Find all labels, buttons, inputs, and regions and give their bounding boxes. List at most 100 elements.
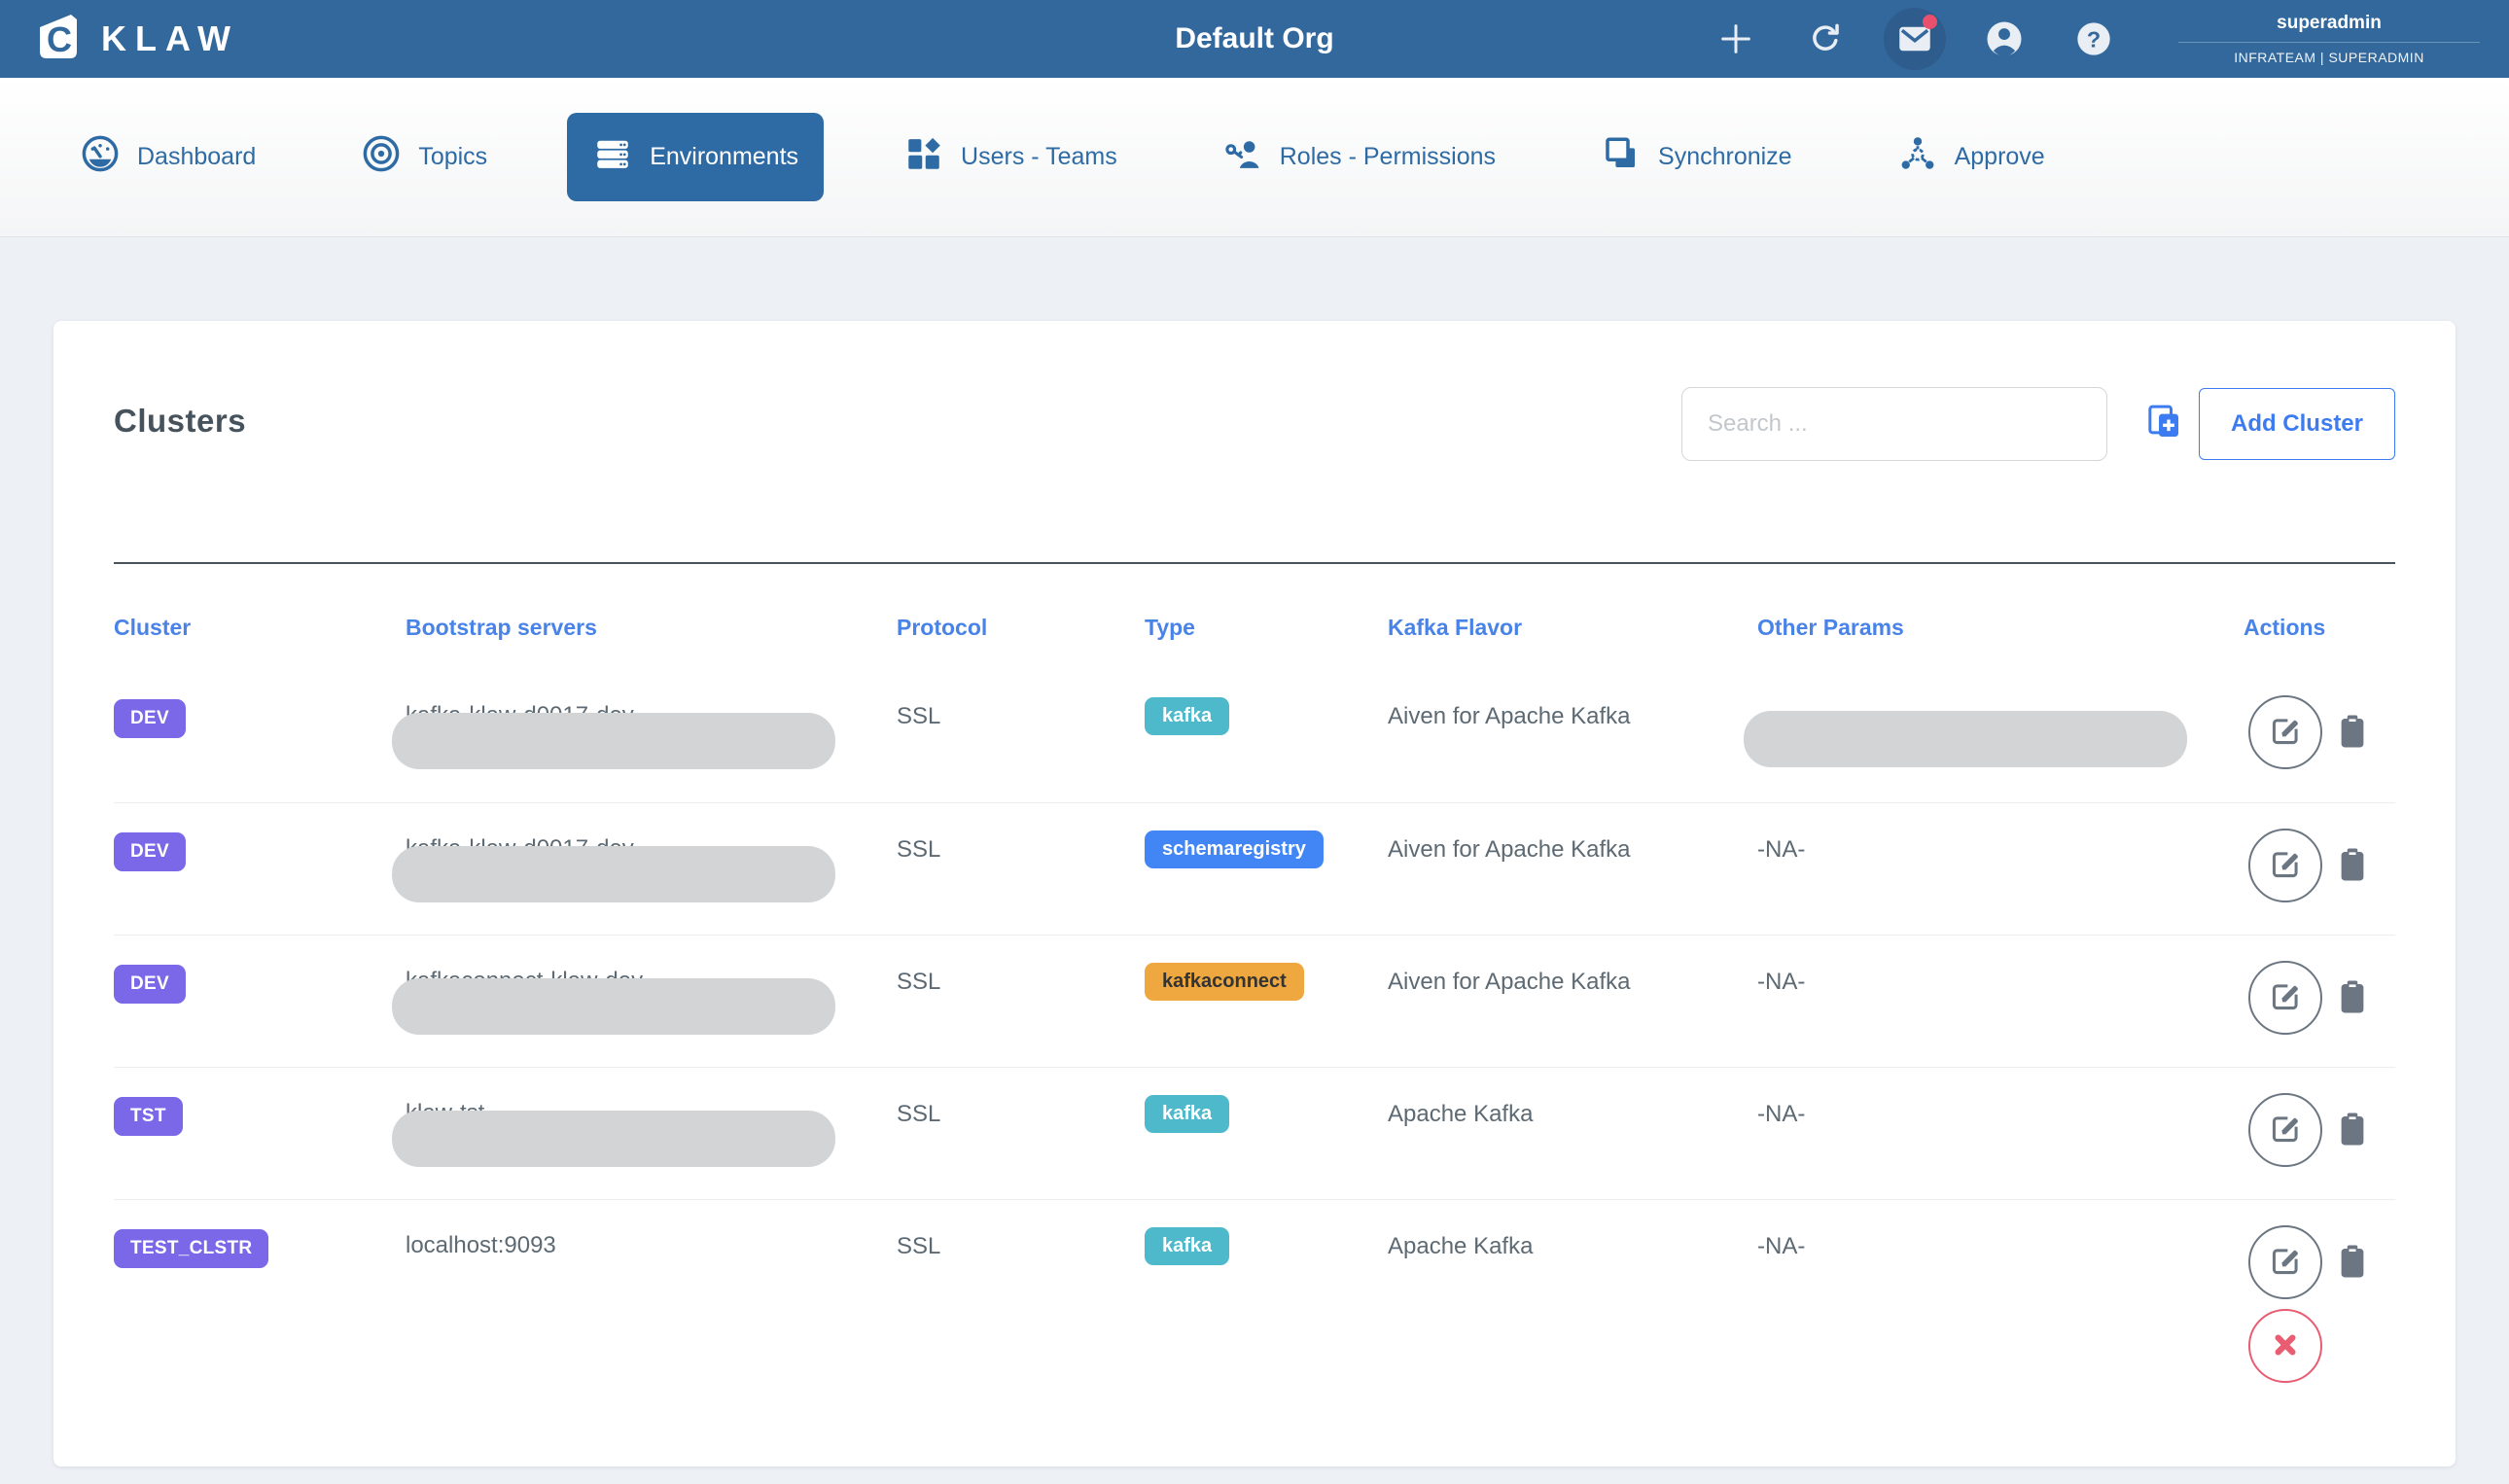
speedometer-icon: [80, 133, 121, 181]
redaction-blob: [392, 1111, 835, 1167]
clusters-card: Clusters Add Cluster Cluster: [53, 321, 2456, 1466]
other-params-cell: -NA-: [1757, 1093, 2244, 1128]
copy-cluster-button[interactable]: [2332, 1109, 2373, 1152]
edit-cluster-button[interactable]: [2248, 1093, 2322, 1167]
copy-cluster-button[interactable]: [2332, 976, 2373, 1020]
plus-icon[interactable]: [1714, 17, 1758, 61]
card-header: Clusters Add Cluster: [114, 321, 2395, 461]
cluster-badge: DEV: [114, 699, 186, 738]
other-params-value: -NA-: [1757, 969, 2244, 996]
blocks-icon: [903, 133, 944, 181]
cluster-badge: TST: [114, 1097, 183, 1136]
edit-cluster-button[interactable]: [2248, 1225, 2322, 1299]
add-cluster-icon: [2144, 403, 2183, 446]
column-header-type: Type: [1145, 615, 1388, 641]
org-title: Default Org: [1175, 0, 1333, 78]
table-row: DEV kafka-klaw-d0017-dev sandbox.aivencl…: [114, 670, 2395, 802]
clipboard-icon: [2332, 711, 2373, 755]
protocol-value: SSL: [897, 829, 1145, 864]
table-row: DEV kafkaconnect-klaw-dev sandbox.aivenc…: [114, 935, 2395, 1067]
cluster-type-badge: kafka: [1145, 697, 1229, 735]
help-icon[interactable]: ?: [2071, 17, 2116, 61]
clipboard-icon: [2332, 1241, 2373, 1285]
kafka-flavor-value: Apache Kafka: [1388, 1225, 1757, 1260]
tab-users-teams[interactable]: Users - Teams: [878, 113, 1143, 201]
main-nav: Dashboard Topics: [0, 78, 2509, 237]
table-row: TST klaw-tst sandbox.internal:9092 SSL k…: [114, 1067, 2395, 1199]
cluster-type-badge: kafkaconnect: [1145, 963, 1304, 1001]
tab-label: Dashboard: [137, 143, 256, 171]
other-params-cell: -NA-: [1757, 829, 2244, 864]
protocol-value: SSL: [897, 961, 1145, 996]
clipboard-icon: [2332, 976, 2373, 1020]
tab-synchronize[interactable]: Synchronize: [1575, 113, 1818, 201]
user-icon[interactable]: [1982, 17, 2027, 61]
column-header-kafka-flavor: Kafka Flavor: [1388, 615, 1757, 641]
clusters-table-body: DEV kafka-klaw-d0017-dev sandbox.aivencl…: [114, 670, 2395, 1398]
top-navbar: C KLAW Default Org: [0, 0, 2509, 78]
tab-roles-permissions[interactable]: Roles - Permissions: [1197, 113, 1521, 201]
column-header-protocol: Protocol: [897, 615, 1145, 641]
navbar-actions: ?: [1714, 17, 2116, 61]
table-row: DEV kafka-klaw-d0017-dev sandbox.aivencl…: [114, 802, 2395, 935]
tab-label: Users - Teams: [961, 143, 1117, 171]
other-params-value: -NA-: [1757, 1101, 2244, 1128]
user-block[interactable]: superadmin INFRATEAM | SUPERADMIN: [2178, 13, 2480, 65]
tab-label: Approve: [1955, 143, 2045, 171]
redaction-blob: [392, 713, 835, 769]
username: superadmin: [2178, 13, 2480, 34]
mail-icon[interactable]: [1892, 17, 1937, 61]
edit-cluster-button[interactable]: [2248, 829, 2322, 902]
hub-icon: [1897, 133, 1938, 181]
edit-cluster-button[interactable]: [2248, 695, 2322, 769]
delete-x-icon: [2269, 1328, 2302, 1364]
protocol-value: SSL: [897, 1225, 1145, 1260]
delete-cluster-button[interactable]: [2248, 1309, 2322, 1383]
refresh-icon[interactable]: [1803, 17, 1848, 61]
cluster-badge: TEST_CLSTR: [114, 1229, 268, 1268]
brand[interactable]: C KLAW: [29, 8, 239, 71]
other-params-value: -NA-: [1757, 836, 2244, 864]
user-divider: [2178, 42, 2480, 43]
copy-cluster-button[interactable]: [2332, 1241, 2373, 1285]
edit-pencil-icon: [2267, 846, 2304, 886]
bootstrap-servers-cell: kafka-klaw-d0017-dev sandbox.aivencloud.…: [406, 695, 897, 777]
search-input[interactable]: [1681, 387, 2107, 461]
other-params-value: -NA-: [1757, 1233, 2244, 1260]
column-header-actions: Actions: [2244, 615, 2395, 641]
tab-label: Synchronize: [1658, 143, 1792, 171]
redaction-blob: [392, 846, 835, 902]
edit-cluster-button[interactable]: [2248, 961, 2322, 1035]
clipboard-icon: [2332, 844, 2373, 888]
other-params-cell: -NA-: [1757, 961, 2244, 996]
tab-environments[interactable]: Environments: [567, 113, 824, 201]
other-params-cell: -NA-: [1757, 1225, 2244, 1260]
tab-label: Roles - Permissions: [1280, 143, 1496, 171]
copy-cluster-button[interactable]: [2332, 844, 2373, 888]
kafka-flavor-value: Aiven for Apache Kafka: [1388, 961, 1757, 996]
kafka-flavor-value: Aiven for Apache Kafka: [1388, 695, 1757, 730]
overlap-squares-icon: [1601, 133, 1642, 181]
tab-dashboard[interactable]: Dashboard: [54, 113, 281, 201]
tab-label: Topics: [418, 143, 487, 171]
tab-topics[interactable]: Topics: [336, 113, 512, 201]
brand-name: KLAW: [101, 18, 239, 59]
bullseye-icon: [361, 133, 402, 181]
klaw-logo-icon: C: [29, 8, 88, 71]
edit-pencil-icon: [2267, 1243, 2304, 1283]
cluster-badge: DEV: [114, 965, 186, 1004]
tab-approve[interactable]: Approve: [1872, 113, 2070, 201]
protocol-value: SSL: [897, 695, 1145, 730]
copy-cluster-button[interactable]: [2332, 711, 2373, 755]
page-content: Clusters Add Cluster Cluster: [0, 237, 2509, 1466]
column-header-cluster: Cluster: [114, 615, 406, 641]
table-row: TEST_CLSTR localhost:9093 SSL kafka Apac…: [114, 1199, 2395, 1398]
svg-text:C: C: [47, 19, 72, 59]
kafka-flavor-value: Aiven for Apache Kafka: [1388, 829, 1757, 864]
column-header-bootstrap-servers: Bootstrap servers: [406, 615, 897, 641]
add-cluster-button[interactable]: Add Cluster: [2199, 388, 2395, 460]
bootstrap-servers-cell: kafka-klaw-d0017-dev sandbox.aivencloud.…: [406, 829, 897, 910]
redaction-blob: [392, 978, 835, 1035]
cluster-type-badge: schemaregistry: [1145, 830, 1324, 868]
other-params-cell: serviceName=kafka-48a2b1b: [1757, 695, 2244, 777]
